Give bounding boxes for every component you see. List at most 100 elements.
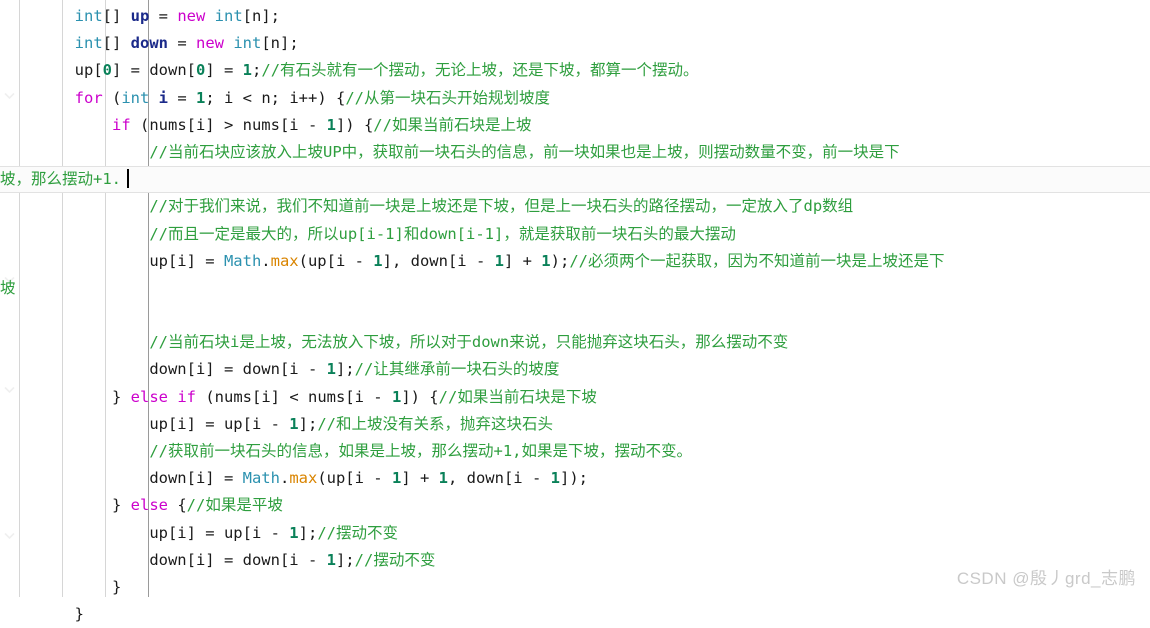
code-line[interactable]: //对于我们来说，我们不知道前一块是上坡还是下坡，但是上一块石头的路径摆动，一定…: [0, 193, 1150, 220]
token-cmt: UP: [323, 142, 342, 161]
token-punc: []: [102, 34, 131, 53]
token-cmt: //: [373, 115, 392, 134]
code-line[interactable]: up[i] = Math.max(up[i - 1], down[i - 1] …: [0, 248, 1150, 275]
token-plain: ]) {: [335, 115, 374, 134]
token-cls: Math: [223, 251, 262, 270]
token-plain: up[i] = up[i -: [149, 414, 290, 433]
token-cmt: 如果是平坡: [205, 496, 283, 515]
token-plain: ];: [298, 523, 318, 542]
token-num: 1: [391, 387, 402, 406]
token-cmt: //: [149, 442, 168, 460]
code-line[interactable]: up[0] = down[0] = 1;//有石头就有一个摆动，无论上坡，还是下…: [0, 57, 1150, 84]
token-kw: if: [111, 115, 131, 134]
token-punc: =: [149, 7, 178, 25]
token-plain: }: [111, 496, 131, 515]
code-line-wrap[interactable]: 坡，那么摆动+1.: [0, 166, 1150, 193]
token-num: 1: [438, 469, 448, 488]
token-punc: [n];: [242, 7, 280, 25]
code-line[interactable]: //当前石块应该放入上坡UP中，获取前一块石头的信息，前一块如果也是上坡，则摆动…: [0, 139, 1150, 166]
code-line[interactable]: //获取前一块石头的信息，如果是上坡，那么摆动+1,如果是下坡，摆动不变。: [0, 438, 1150, 465]
token-cmt: //: [186, 496, 206, 515]
token-cmt: 摆动不变: [373, 550, 436, 569]
token-num: 1: [541, 251, 551, 270]
token-plain: down[i] = down[i -: [149, 360, 327, 379]
code-line[interactable]: } else {//如果是平坡: [0, 492, 1150, 519]
token-num: 1: [289, 523, 299, 542]
token-plain: {: [167, 496, 187, 515]
code-line[interactable]: int[] up = new int[n];: [0, 3, 1150, 30]
token-plain: }: [74, 605, 84, 624]
token-cmt: 如果当前石块是上坡: [391, 115, 532, 134]
code-line[interactable]: down[i] = Math.max(up[i - 1] + 1, down[i…: [0, 465, 1150, 492]
code-line[interactable]: } else if (nums[i] < nums[i - 1]) {//如果当…: [0, 384, 1150, 411]
token-cmt: 对于我们来说，我们不知道前一块是上坡还是下坡，但是上一块石头的路径摆动，一定放入…: [167, 197, 804, 216]
token-plain: (up[i -: [317, 469, 392, 488]
token-num: 1: [391, 469, 402, 488]
token-plain: ];: [335, 360, 355, 379]
token-var: down: [130, 34, 168, 53]
csdn-watermark: CSDN @殷丿grd_志鹏: [956, 569, 1136, 588]
token-plain: up[i] =: [149, 251, 224, 270]
code-line[interactable]: //而且一定是最大的，所以up[i-1]和down[i-1]，就是获取前一块石头…: [0, 221, 1150, 248]
token-num: 1: [196, 88, 206, 107]
token-punc: []: [102, 7, 131, 25]
token-cmt: 摆动不变: [335, 523, 398, 542]
text-caret: [127, 169, 130, 189]
token-cmt: 当前石块应该放入上坡: [167, 142, 323, 161]
token-cmt: //: [438, 387, 458, 406]
token-cmt: 而且一定是最大的，所以: [167, 224, 339, 243]
token-cmt: 获取前一块石头的信息，如果是上坡，那么摆动: [167, 442, 494, 460]
code-content[interactable]: int[] up = new int[n]; int[] down = new …: [0, 0, 1150, 628]
token-cmt: 中，获取前一块石头的信息，前一块如果也是上坡，则摆动数量不变，前一块是下: [341, 142, 900, 161]
token-punc: [205, 7, 214, 25]
code-line[interactable]: int[] down = new int[n];: [0, 30, 1150, 57]
token-cmt: 从第一块石头开始规划坡度: [364, 88, 551, 107]
code-line[interactable]: if (nums[i] > nums[i - 1]) {//如果当前石块是上坡: [0, 112, 1150, 139]
token-type: int: [233, 34, 262, 53]
token-cmt: 和: [403, 224, 420, 243]
code-line[interactable]: up[i] = up[i - 1];//和上坡没有关系，抛弃这块石头: [0, 411, 1150, 438]
token-num: 1: [550, 469, 560, 488]
code-editor[interactable]: int[] up = new int[n]; int[] down = new …: [0, 0, 1150, 623]
code-line-wrap[interactable]: 坡: [0, 275, 1150, 302]
code-line[interactable]: //当前石块i是上坡，无法放入下坡，所以对于down来说，只能抛弃这块石头，那么…: [0, 329, 1150, 356]
token-plain: ] = down[: [112, 61, 196, 80]
token-cmt: down: [471, 333, 510, 352]
token-cmt: 坡: [0, 278, 16, 297]
token-punc: [n];: [261, 34, 299, 53]
code-line[interactable]: }: [0, 601, 1150, 628]
code-line[interactable]: [0, 302, 1150, 329]
token-num: 1: [326, 550, 336, 569]
token-cmt: ，就是获取前一块石头的最大摆动: [503, 224, 736, 243]
code-line[interactable]: for (int i = 1; i < n; i++) {//从第一块石头开始规…: [0, 85, 1150, 112]
token-num: 0: [196, 61, 206, 80]
token-plain: , down[i -: [447, 469, 551, 488]
code-line[interactable]: down[i] = down[i - 1];//让其继承前一块石头的坡度: [0, 356, 1150, 383]
token-num: 1: [242, 61, 253, 80]
token-kw: for: [74, 88, 103, 107]
token-plain: );: [550, 251, 570, 270]
token-type: int: [74, 7, 103, 25]
token-plain: ];: [335, 550, 355, 569]
code-line[interactable]: up[i] = up[i - 1];//摆动不变: [0, 520, 1150, 547]
token-kw: else: [130, 387, 168, 406]
token-cmt: //: [569, 251, 588, 270]
token-num: 0: [102, 61, 112, 80]
token-plain: up[i] = up[i -: [149, 523, 290, 542]
token-cmt: down[i-1]: [419, 224, 504, 243]
token-cmt: dp: [803, 197, 823, 216]
token-cmt: up[i-1]: [338, 224, 404, 243]
token-cmt: //: [317, 414, 336, 433]
token-num: 1: [326, 360, 336, 379]
